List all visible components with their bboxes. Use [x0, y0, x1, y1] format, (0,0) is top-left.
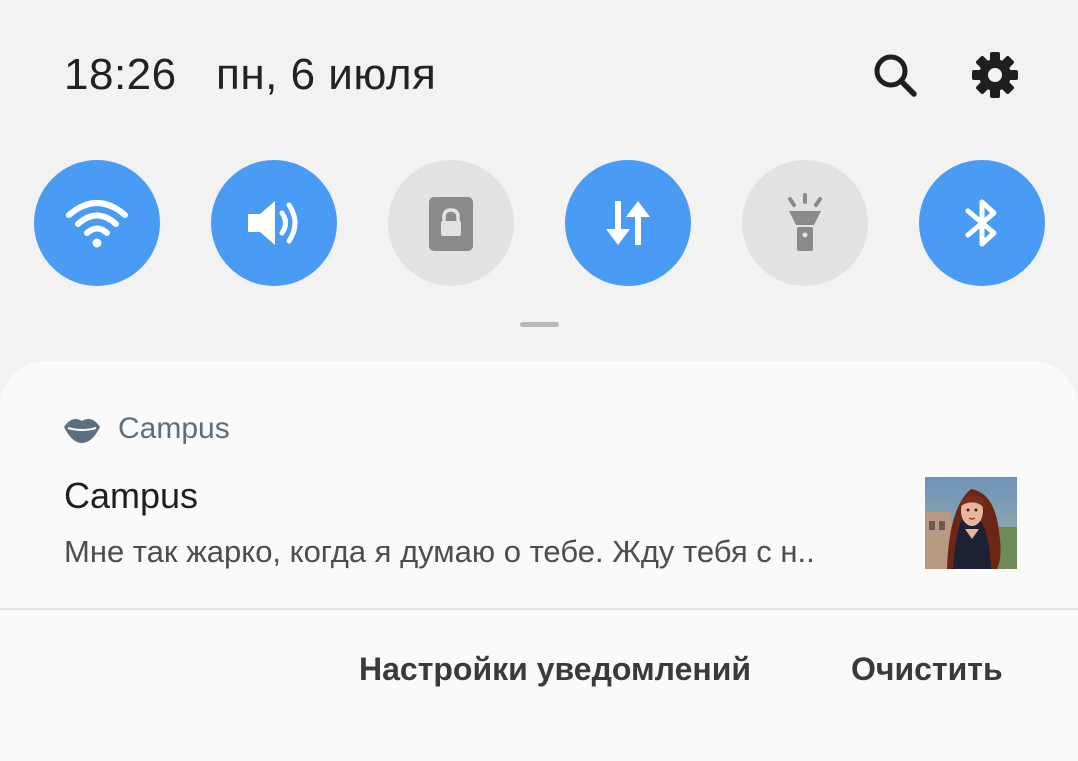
flashlight-toggle[interactable]	[742, 160, 868, 286]
divider	[0, 608, 1078, 610]
gear-icon[interactable]	[968, 48, 1022, 102]
mobile-data-toggle[interactable]	[565, 160, 691, 286]
notification-title: Campus	[64, 475, 199, 516]
volume-icon	[248, 201, 298, 245]
wifi-toggle[interactable]	[34, 160, 160, 286]
date-label: пн, 6 июля	[216, 50, 437, 99]
clear-button[interactable]: Очистить	[851, 651, 1003, 688]
search-icon[interactable]	[868, 48, 922, 102]
clock-time: 18:26	[64, 50, 177, 99]
lock-icon	[429, 197, 473, 251]
rotation-lock-toggle[interactable]	[388, 160, 514, 286]
app-name: Campus	[118, 412, 230, 445]
lips-icon	[62, 413, 102, 445]
notification-thumbnail	[925, 477, 1017, 569]
drag-handle[interactable]	[520, 322, 559, 327]
sound-toggle[interactable]	[211, 160, 337, 286]
bluetooth-toggle[interactable]	[919, 160, 1045, 286]
wifi-icon	[66, 200, 128, 248]
notification-settings-button[interactable]: Настройки уведомлений	[359, 651, 751, 688]
quick-settings-row	[0, 160, 1078, 290]
notification-card[interactable]: Campus Campus Мне так жарко, когда я дум…	[0, 361, 1078, 761]
status-header: 18:26 пн, 6 июля	[0, 0, 1078, 150]
notification-text: Мне так жарко, когда я думаю о тебе. Жду…	[64, 534, 815, 569]
data-arrows-icon	[606, 201, 650, 245]
bluetooth-icon	[965, 199, 997, 247]
flashlight-icon	[788, 193, 822, 251]
notification-app-row: Campus	[62, 411, 230, 447]
